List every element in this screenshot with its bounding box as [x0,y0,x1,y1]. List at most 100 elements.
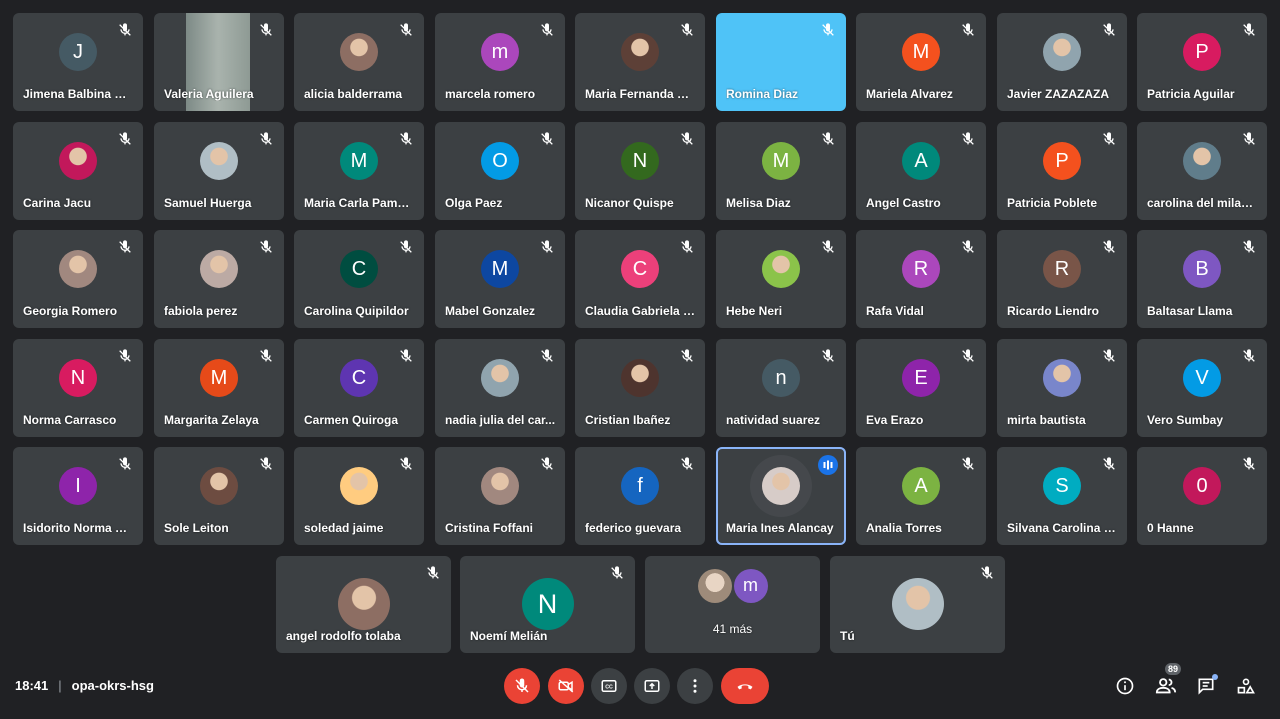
participant-tile[interactable]: M Mabel Gonzalez [435,230,565,328]
chat-button[interactable] [1194,674,1218,698]
participant-name: Analia Torres [866,521,942,535]
muted-mic-icon [117,456,133,472]
participant-tile[interactable]: Carina Jacu [13,122,143,220]
participant-tile[interactable]: S Silvana Carolina C... [997,447,1127,545]
participant-name: Melisa Diaz [726,196,791,210]
muted-mic-icon [979,565,995,581]
participant-tile[interactable]: M Maria Carla Pamel... [294,122,424,220]
participant-tile[interactable]: N Nicanor Quispe [575,122,705,220]
avatar: A [902,467,940,505]
participant-tile[interactable]: R Ricardo Liendro [997,230,1127,328]
muted-mic-icon [609,565,625,581]
participant-name: Romina Diaz [726,87,799,101]
more-options-button[interactable] [677,668,713,704]
muted-mic-icon [398,348,414,364]
participant-tile[interactable]: M Mariela Alvarez [856,13,986,111]
participant-tile[interactable]: C Carmen Quiroga [294,339,424,437]
avatar-photo [621,359,659,397]
participant-tile[interactable]: 0 0 Hanne [1137,447,1267,545]
muted-mic-icon [1101,22,1117,38]
avatar: R [1043,250,1081,288]
participant-tile[interactable]: Georgia Romero [13,230,143,328]
participant-tile[interactable]: Sole Leiton [154,447,284,545]
participant-tile[interactable]: C Claudia Gabriela T... [575,230,705,328]
muted-mic-icon [258,131,274,147]
participant-tile[interactable]: Javier ZAZAZAZA [997,13,1127,111]
participant-tile[interactable]: angel rodolfo tolaba [276,556,451,653]
participant-tile[interactable]: A Analia Torres [856,447,986,545]
participant-tile[interactable]: Samuel Huerga [154,122,284,220]
participant-tile[interactable]: soledad jaime [294,447,424,545]
participant-tile[interactable]: P Patricia Poblete [997,122,1127,220]
participant-tile[interactable]: P Patricia Aguilar [1137,13,1267,111]
participant-tile[interactable]: J Jimena Balbina Ma... [13,13,143,111]
svg-text:CC: CC [605,685,613,691]
participant-name: Isidorito Norma Be... [23,521,135,535]
muted-mic-icon [539,239,555,255]
speaking-indicator-icon [818,455,838,475]
participant-tile[interactable]: Hebe Neri [716,230,846,328]
participant-tile[interactable]: m 41 más [645,556,820,653]
muted-mic-icon [117,348,133,364]
participant-tile[interactable]: V Vero Sumbay [1137,339,1267,437]
participant-tile[interactable]: Romina Diaz [716,13,846,111]
participant-tile[interactable]: Tú [830,556,1005,653]
muted-mic-icon [1101,456,1117,472]
participant-name: Sole Leiton [164,521,229,535]
participant-tile[interactable]: A Angel Castro [856,122,986,220]
participant-tile[interactable]: R Rafa Vidal [856,230,986,328]
participant-tile[interactable]: nadia julia del car... [435,339,565,437]
participant-name: Rafa Vidal [866,304,924,318]
participant-tile[interactable]: B Baltasar Llama [1137,230,1267,328]
participant-tile[interactable]: alicia balderrama [294,13,424,111]
avatar-photo [337,578,390,630]
participant-tile[interactable]: n natividad suarez [716,339,846,437]
meeting-info: 18:41 | opa-okrs-hsg [15,678,154,693]
participant-tile[interactable]: mirta bautista [997,339,1127,437]
participant-tile[interactable]: M Melisa Diaz [716,122,846,220]
participant-name: Eva Erazo [866,413,924,427]
avatar-photo [1043,359,1081,397]
participant-tile[interactable]: N Noemí Melián [460,556,635,653]
muted-mic-icon [960,131,976,147]
participant-tile[interactable]: E Eva Erazo [856,339,986,437]
muted-mic-icon [960,348,976,364]
participant-tile[interactable]: N Norma Carrasco [13,339,143,437]
avatar: f [621,467,659,505]
activities-button[interactable] [1234,674,1258,698]
participant-name: 0 Hanne [1147,521,1194,535]
participant-name: angel rodolfo tolaba [286,629,401,643]
participant-tile[interactable]: Cristian Ibañez [575,339,705,437]
present-screen-button[interactable] [634,668,670,704]
participant-tile[interactable]: Valeria Aguilera [154,13,284,111]
participant-tile[interactable]: fabiola perez [154,230,284,328]
avatar: C [340,250,378,288]
participant-tile[interactable]: f federico guevara [575,447,705,545]
muted-mic-icon [1241,22,1257,38]
avatar: R [902,250,940,288]
participant-tile[interactable]: M Margarita Zelaya [154,339,284,437]
avatar: E [902,359,940,397]
avatar-photo [762,250,800,288]
participant-tile[interactable]: C Carolina Quipildor [294,230,424,328]
avatar: M [200,359,238,397]
camera-toggle-button[interactable] [548,668,584,704]
avatar-photo [1043,33,1081,71]
present-screen-icon [644,680,660,692]
participant-tile[interactable]: Cristina Foffani [435,447,565,545]
participant-tile[interactable]: O Olga Paez [435,122,565,220]
meeting-details-button[interactable] [1113,674,1137,698]
microphone-toggle-button[interactable] [504,668,540,704]
leave-call-button[interactable] [721,668,769,704]
people-button[interactable] [1154,674,1178,698]
avatar: O [481,142,519,180]
avatar-photo [891,578,944,630]
participant-tile[interactable]: I Isidorito Norma Be... [13,447,143,545]
participant-tile[interactable]: Maria Fernanda Pa... [575,13,705,111]
captions-button[interactable]: CC [591,668,627,704]
avatar-photo [621,33,659,71]
participant-tile[interactable]: m marcela romero [435,13,565,111]
participant-tile[interactable]: Maria Ines Alancay [716,447,846,545]
participant-tile[interactable]: carolina del milagr... [1137,122,1267,220]
avatar: J [59,33,97,71]
